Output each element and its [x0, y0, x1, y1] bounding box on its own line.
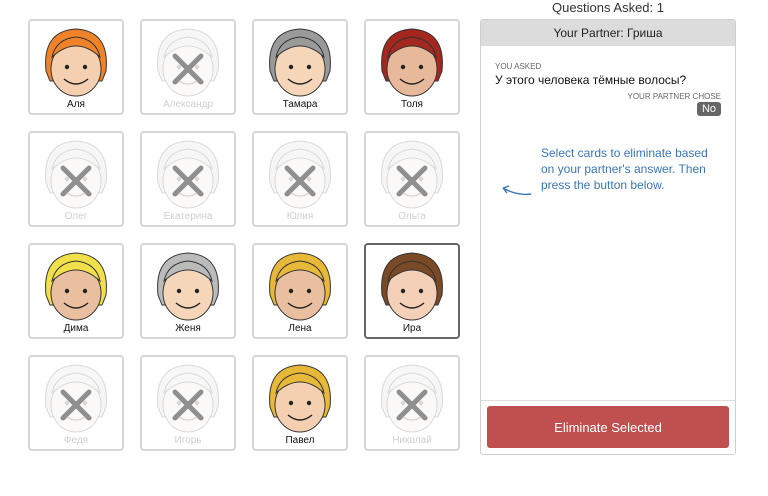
character-card[interactable]: Екатерина: [140, 131, 236, 227]
face-portrait-icon: [381, 28, 443, 97]
character-name: Игорь: [174, 435, 202, 446]
partner-answer-badge: No: [696, 102, 721, 116]
face-portrait-icon: [157, 252, 219, 321]
partner-chose-label: YOUR PARTNER CHOSE: [627, 92, 722, 101]
face-portrait-icon: [269, 364, 331, 433]
character-card[interactable]: Тамара: [252, 19, 348, 115]
character-card[interactable]: Юлия: [252, 131, 348, 227]
character-card[interactable]: Ира: [364, 243, 460, 339]
character-card[interactable]: Федя: [28, 355, 124, 451]
face-portrait-icon: [269, 252, 331, 321]
face-portrait-icon: [269, 28, 331, 97]
character-card[interactable]: Александр: [140, 19, 236, 115]
character-card[interactable]: Дима: [28, 243, 124, 339]
curved-arrow-left-icon: [502, 185, 532, 196]
character-card[interactable]: Толя: [364, 19, 460, 115]
face-portrait-icon: [157, 28, 219, 97]
character-grid: Аля Александр Тамара Толя Олег Екатерина Юлия О…: [28, 19, 464, 455]
character-name: Женя: [175, 323, 201, 334]
face-portrait-icon: [45, 364, 107, 433]
face-portrait-icon: [381, 252, 443, 321]
questions-asked-counter: Questions Asked: 1: [551, 0, 664, 15]
face-portrait-icon: [45, 252, 107, 321]
character-name: Толя: [401, 99, 423, 110]
character-name: Федя: [63, 435, 89, 446]
character-card[interactable]: Игорь: [140, 355, 236, 451]
character-name: Ольга: [398, 211, 426, 222]
character-card[interactable]: Олег: [28, 131, 124, 227]
character-card[interactable]: Лена: [252, 243, 348, 339]
panel-divider: [481, 400, 735, 401]
character-name: Николай: [392, 435, 432, 446]
instruction-text: Select cards to eliminate based on your …: [541, 146, 708, 192]
character-name: Ира: [402, 323, 422, 334]
partner-title: Your Partner: Гриша: [481, 20, 735, 46]
face-portrait-icon: [45, 28, 107, 97]
character-name: Юлия: [286, 211, 314, 222]
you-asked-label: YOU ASKED: [495, 62, 542, 71]
face-portrait-icon: [381, 364, 443, 433]
character-name: Екатерина: [163, 211, 213, 222]
character-name: Олег: [64, 211, 88, 222]
eliminate-selected-button[interactable]: Eliminate Selected: [487, 406, 729, 448]
asked-question: У этого человека тёмные волосы?: [495, 73, 687, 87]
character-name: Аля: [67, 99, 85, 110]
face-portrait-icon: [157, 140, 219, 209]
character-card[interactable]: Женя: [140, 243, 236, 339]
character-name: Дима: [63, 323, 89, 334]
character-card[interactable]: Аля: [28, 19, 124, 115]
face-portrait-icon: [269, 140, 331, 209]
face-portrait-icon: [381, 140, 443, 209]
character-name: Лена: [288, 323, 312, 334]
partner-panel: Your Partner: Гриша YOU ASKED У этого че…: [480, 19, 736, 455]
character-card[interactable]: Николай: [364, 355, 460, 451]
face-portrait-icon: [45, 140, 107, 209]
face-portrait-icon: [157, 364, 219, 433]
character-name: Павел: [285, 435, 315, 446]
character-name: Александр: [162, 99, 214, 110]
character-name: Тамара: [282, 99, 318, 110]
character-card[interactable]: Павел: [252, 355, 348, 451]
character-card[interactable]: Ольга: [364, 131, 460, 227]
